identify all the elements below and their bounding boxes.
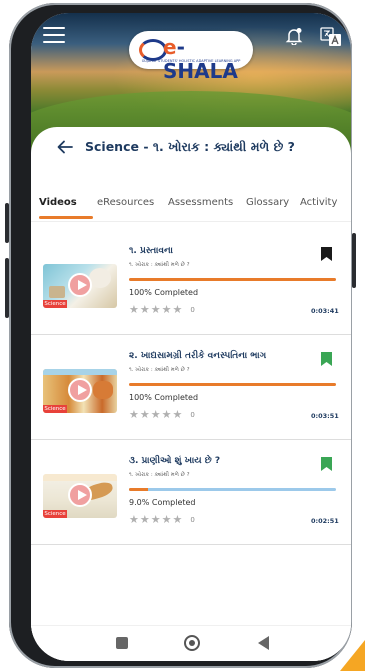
volume-button <box>5 203 9 243</box>
translate-icon[interactable] <box>320 27 342 47</box>
notification-bell-icon[interactable] <box>285 27 303 45</box>
phone-frame: e-SHALA GUJARAT STUDENTS' HOLISTIC ADAPT… <box>5 3 356 668</box>
back-triangle-icon[interactable] <box>258 636 269 650</box>
video-duration: 0:03:41 <box>311 307 339 315</box>
star-icon[interactable]: ★ <box>162 409 172 420</box>
star-icon[interactable]: ★ <box>129 304 139 315</box>
video-thumbnail[interactable]: Science <box>43 474 117 518</box>
recents-icon[interactable] <box>116 637 128 649</box>
star-icon[interactable]: ★ <box>162 514 172 525</box>
star-icon[interactable]: ★ <box>129 514 139 525</box>
star-icon[interactable]: ★ <box>151 304 161 315</box>
rating-count: 0 <box>190 410 195 419</box>
tab-bar: Videos eResources Assessments Glossary A… <box>31 189 351 219</box>
video-duration: 0:03:51 <box>311 412 339 420</box>
video-duration: 0:02:51 <box>311 517 339 525</box>
video-thumbnail[interactable]: Science <box>43 369 117 413</box>
subject-chip: Science <box>43 405 67 413</box>
page-header: Science - ૧. ખોરાક : ક્યાંથી મળે છે ? <box>57 139 295 155</box>
star-icon[interactable]: ★ <box>129 409 139 420</box>
progress-text: 9.0% Completed <box>129 498 196 507</box>
rating-stars[interactable]: ★ ★ ★ ★ ★ 0 <box>129 304 195 315</box>
video-subtitle: ૧. ખોરાક : ક્યાંથી મળે છે ? <box>129 367 190 373</box>
video-title: ૨. ખાદ્યસામગ્રી તરીકે વનસ્પતિના ભાગ <box>129 351 267 361</box>
rating-stars[interactable]: ★ ★ ★ ★ ★ 0 <box>129 514 195 525</box>
bookmark-icon[interactable] <box>321 352 332 366</box>
video-card[interactable]: Science ૨. ખાદ્યસામગ્રી તરીકે વનસ્પતિના … <box>31 335 351 440</box>
tab-videos[interactable]: Videos <box>39 197 77 208</box>
tab-assessments[interactable]: Assessments <box>168 197 233 208</box>
star-icon[interactable]: ★ <box>151 409 161 420</box>
hamburger-menu-icon[interactable] <box>43 27 65 43</box>
star-icon[interactable]: ★ <box>173 409 183 420</box>
progress-bar <box>129 488 336 491</box>
progress-fill <box>129 383 336 386</box>
content-panel: Science - ૧. ખોરાક : ક્યાંથી મળે છે ? Vi… <box>31 127 351 661</box>
progress-fill <box>129 488 148 491</box>
system-nav-bar <box>31 625 351 661</box>
play-icon[interactable] <box>68 483 92 507</box>
power-button <box>352 233 356 288</box>
bookmark-icon[interactable] <box>321 457 332 471</box>
video-title: ૩. પ્રાણીઓ શું ખાય છે ? <box>129 456 221 466</box>
progress-text: 100% Completed <box>129 288 199 297</box>
star-icon[interactable]: ★ <box>173 304 183 315</box>
rating-count: 0 <box>190 305 195 314</box>
tab-activity[interactable]: Activity <box>300 197 337 208</box>
video-subtitle: ૧. ખોરાક : ક્યાંથી મળે છે ? <box>129 472 190 478</box>
star-icon[interactable]: ★ <box>140 514 150 525</box>
rating-stars[interactable]: ★ ★ ★ ★ ★ 0 <box>129 409 195 420</box>
corner-decoration <box>340 640 365 671</box>
play-icon[interactable] <box>68 273 92 297</box>
app-screen: e-SHALA GUJARAT STUDENTS' HOLISTIC ADAPT… <box>31 13 351 661</box>
video-subtitle: ૧. ખોરાક : ક્યાંથી મળે છે ? <box>129 262 190 268</box>
star-icon[interactable]: ★ <box>151 514 161 525</box>
play-icon[interactable] <box>68 378 92 402</box>
volume-button-lower <box>5 258 9 318</box>
tab-divider <box>31 221 351 222</box>
rating-count: 0 <box>190 515 195 524</box>
progress-bar <box>129 278 336 281</box>
star-icon[interactable]: ★ <box>140 304 150 315</box>
page-title: Science - ૧. ખોરાક : ક્યાંથી મળે છે ? <box>85 139 295 154</box>
active-tab-indicator <box>39 216 93 219</box>
eshala-logo: e-SHALA GUJARAT STUDENTS' HOLISTIC ADAPT… <box>129 31 253 83</box>
tab-glossary[interactable]: Glossary <box>246 197 289 208</box>
arrow-left-icon[interactable] <box>57 139 73 155</box>
video-title: ૧. પ્રસ્તાવના <box>129 246 173 256</box>
star-icon[interactable]: ★ <box>140 409 150 420</box>
tab-eresources[interactable]: eResources <box>97 197 154 208</box>
video-thumbnail[interactable]: Science <box>43 264 117 308</box>
star-icon[interactable]: ★ <box>173 514 183 525</box>
home-icon[interactable] <box>184 635 200 651</box>
video-card[interactable]: Science ૧. પ્રસ્તાવના ૧. ખોરાક : ક્યાંથી… <box>31 230 351 335</box>
bookmark-icon[interactable] <box>321 247 332 261</box>
progress-bar <box>129 383 336 386</box>
star-icon[interactable]: ★ <box>162 304 172 315</box>
progress-text: 100% Completed <box>129 393 199 402</box>
subject-chip: Science <box>43 300 67 308</box>
logo-tagline: GUJARAT STUDENTS' HOLISTIC ADAPTIVE LEAR… <box>141 59 241 63</box>
progress-fill <box>129 278 336 281</box>
subject-chip: Science <box>43 510 67 518</box>
video-card[interactable]: Science ૩. પ્રાણીઓ શું ખાય છે ? ૧. ખોરાક… <box>31 440 351 545</box>
